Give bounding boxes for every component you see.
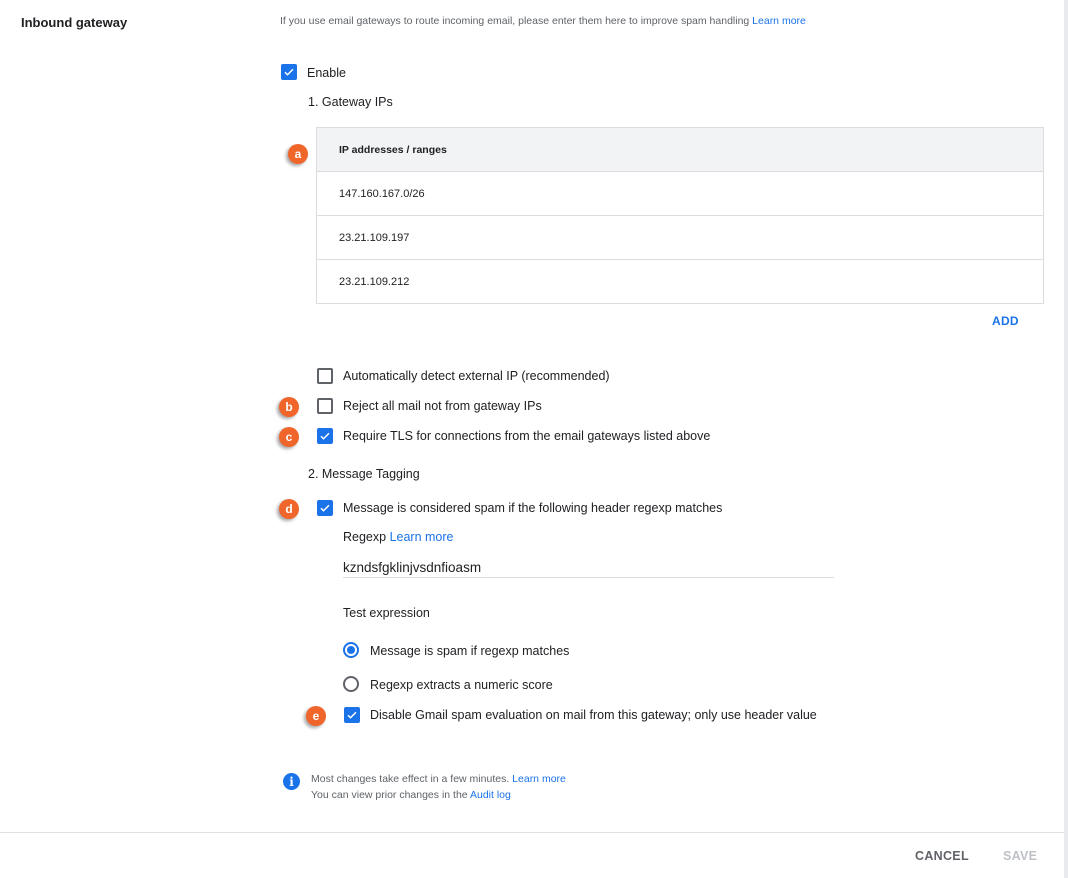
add-ip-button[interactable]: ADD bbox=[992, 314, 1019, 328]
cancel-button[interactable]: CANCEL bbox=[915, 849, 969, 863]
spam-header-label: Message is considered spam if the follow… bbox=[343, 501, 723, 515]
message-tagging-section-title: 2. Message Tagging bbox=[308, 467, 420, 481]
setting-description-text: If you use email gateways to route incom… bbox=[280, 15, 750, 27]
checkmark-icon bbox=[320, 432, 330, 440]
annotation-marker-a: a bbox=[288, 144, 308, 164]
annotation-marker-e: e bbox=[306, 706, 326, 726]
auto-detect-checkbox[interactable] bbox=[317, 368, 333, 384]
disable-gmail-eval-label: Disable Gmail spam evaluation on mail fr… bbox=[370, 708, 817, 722]
learn-more-link[interactable]: Learn more bbox=[752, 15, 806, 27]
gateway-ip-table: IP addresses / ranges 147.160.167.0/26 2… bbox=[316, 127, 1044, 304]
info-learn-more-link[interactable]: Learn more bbox=[512, 773, 566, 785]
reject-non-gateway-label: Reject all mail not from gateway IPs bbox=[343, 399, 542, 413]
regexp-input[interactable] bbox=[343, 557, 834, 578]
setting-description: If you use email gateways to route incom… bbox=[280, 15, 806, 27]
table-row[interactable]: 147.160.167.0/26 bbox=[316, 171, 1044, 216]
ip-cell[interactable]: 23.21.109.197 bbox=[316, 215, 1044, 260]
test-expression-link[interactable]: Test expression bbox=[343, 606, 430, 620]
annotation-marker-b: b bbox=[279, 397, 299, 417]
checkmark-icon bbox=[284, 68, 294, 76]
right-edge-divider bbox=[1064, 0, 1068, 878]
regexp-learn-more-link[interactable]: Learn more bbox=[390, 530, 454, 544]
enable-checkbox[interactable] bbox=[281, 64, 297, 80]
enable-label: Enable bbox=[307, 66, 346, 80]
setting-title: Inbound gateway bbox=[21, 15, 128, 30]
save-button[interactable]: SAVE bbox=[1003, 849, 1037, 863]
table-row[interactable]: 23.21.109.197 bbox=[316, 215, 1044, 260]
spam-header-checkbox[interactable] bbox=[317, 500, 333, 516]
info-icon: i bbox=[283, 773, 300, 790]
annotation-marker-d: d bbox=[279, 499, 299, 519]
radio-spam-if-matches[interactable] bbox=[343, 642, 359, 658]
auto-detect-label: Automatically detect external IP (recomm… bbox=[343, 369, 610, 383]
radio-numeric-score-label: Regexp extracts a numeric score bbox=[370, 678, 553, 692]
checkmark-icon bbox=[347, 711, 357, 719]
info-note-line1-text: Most changes take effect in a few minute… bbox=[311, 773, 510, 785]
require-tls-checkbox[interactable] bbox=[317, 428, 333, 444]
ip-cell[interactable]: 23.21.109.212 bbox=[316, 259, 1044, 304]
info-note-line2: You can view prior changes in the Audit … bbox=[311, 789, 511, 801]
disable-gmail-eval-checkbox[interactable] bbox=[344, 707, 360, 723]
radio-numeric-score[interactable] bbox=[343, 676, 359, 692]
annotation-marker-c: c bbox=[279, 427, 299, 447]
column-header-ip: IP addresses / ranges bbox=[316, 127, 1044, 172]
regexp-label: Regexp bbox=[343, 530, 387, 544]
radio-spam-if-matches-label: Message is spam if regexp matches bbox=[370, 644, 570, 658]
table-header-row: IP addresses / ranges bbox=[316, 127, 1044, 172]
info-note-line2-text: You can view prior changes in the bbox=[311, 789, 468, 801]
reject-non-gateway-checkbox[interactable] bbox=[317, 398, 333, 414]
footer-divider bbox=[0, 832, 1064, 833]
info-note-line1: Most changes take effect in a few minute… bbox=[311, 773, 566, 785]
require-tls-label: Require TLS for connections from the ema… bbox=[343, 429, 711, 443]
gateway-ips-section-title: 1. Gateway IPs bbox=[308, 95, 393, 109]
regexp-label-row: Regexp Learn more bbox=[343, 530, 454, 544]
table-row[interactable]: 23.21.109.212 bbox=[316, 259, 1044, 304]
ip-cell[interactable]: 147.160.167.0/26 bbox=[316, 171, 1044, 216]
audit-log-link[interactable]: Audit log bbox=[470, 789, 511, 801]
checkmark-icon bbox=[320, 504, 330, 512]
